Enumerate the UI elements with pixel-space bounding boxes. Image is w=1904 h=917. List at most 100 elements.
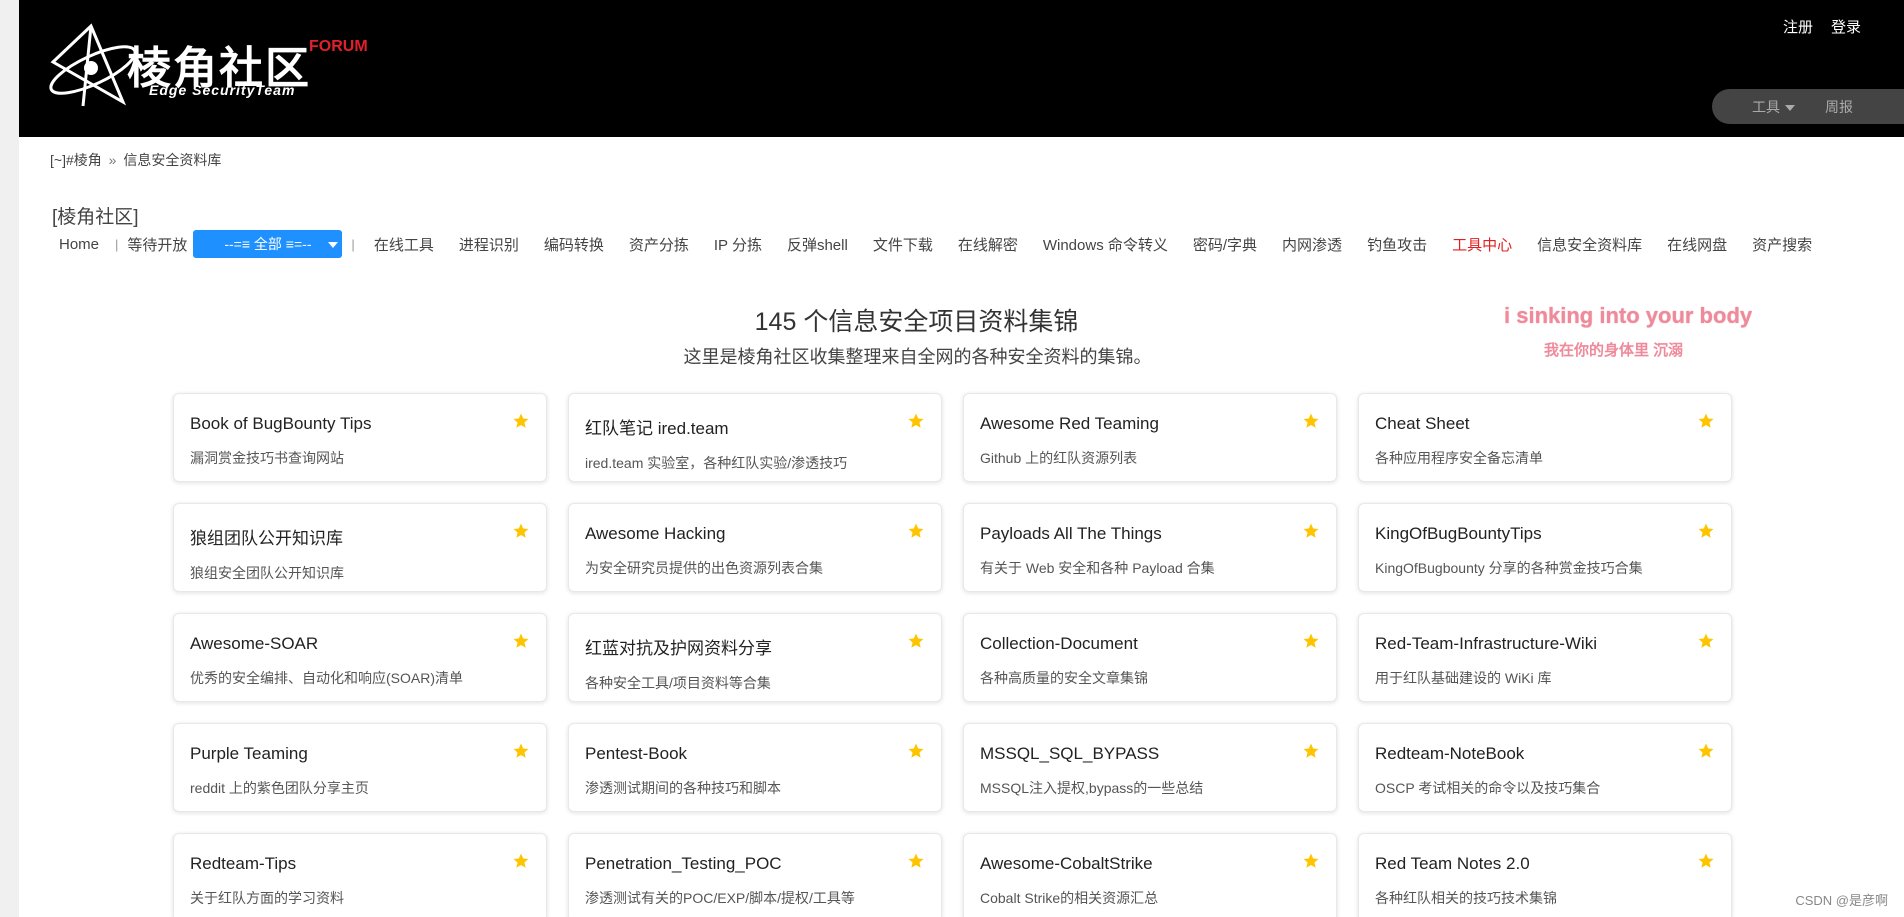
resource-card[interactable]: Redteam-NoteBook OSCP 考试相关的命令以及技巧集合 <box>1358 723 1732 812</box>
star-icon[interactable] <box>512 412 530 430</box>
resource-card-title[interactable]: Penetration_Testing_POC <box>585 854 925 874</box>
nav-item-intranet[interactable]: 内网渗透 <box>1282 234 1342 255</box>
nav-waiting[interactable]: 等待开放 <box>127 234 187 255</box>
breadcrumb-current: 信息安全资料库 <box>123 152 222 168</box>
header-menu: 工具 周报 <box>1712 89 1904 124</box>
tools-menu[interactable]: 工具 <box>1752 97 1795 117</box>
star-icon[interactable] <box>1302 852 1320 870</box>
resource-card[interactable]: Penetration_Testing_POC 渗透测试有关的POC/EXP/脚本… <box>568 833 942 917</box>
nav-home[interactable]: Home <box>59 236 99 253</box>
star-icon[interactable] <box>512 522 530 540</box>
resource-card-title[interactable]: Cheat Sheet <box>1375 414 1715 434</box>
resource-card[interactable]: 狼组团队公开知识库 狼组安全团队公开知识库 <box>173 503 547 592</box>
resource-card-title[interactable]: Pentest-Book <box>585 744 925 764</box>
register-link[interactable]: 注册 <box>1783 16 1813 37</box>
resource-card-title[interactable]: Awesome Red Teaming <box>980 414 1320 434</box>
resource-card-title[interactable]: Payloads All The Things <box>980 524 1320 544</box>
resource-card-title[interactable]: Awesome Hacking <box>585 524 925 544</box>
resource-card-title[interactable]: Purple Teaming <box>190 744 530 764</box>
resource-card-title[interactable]: MSSQL_SQL_BYPASS <box>980 744 1320 764</box>
star-icon[interactable] <box>907 522 925 540</box>
resource-card[interactable]: Cheat Sheet 各种应用程序安全备忘清单 <box>1358 393 1732 482</box>
nav-item-encoding[interactable]: 编码转换 <box>544 234 604 255</box>
nav-item-tool-center[interactable]: 工具中心 <box>1452 234 1512 255</box>
star-icon[interactable] <box>1302 522 1320 540</box>
nav-item-windows-escape[interactable]: Windows 命令转义 <box>1043 234 1168 255</box>
resource-card[interactable]: Awesome-SOAR 优秀的安全编排、自动化和响应(SOAR)清单 <box>173 613 547 702</box>
star-icon[interactable] <box>907 412 925 430</box>
login-link[interactable]: 登录 <box>1831 16 1861 37</box>
decorative-quote-en: i sinking into your body <box>1504 303 1753 328</box>
resource-card-title[interactable]: 狼组团队公开知识库 <box>190 524 530 549</box>
nav-item-file-download[interactable]: 文件下载 <box>873 234 933 255</box>
star-icon[interactable] <box>1302 632 1320 650</box>
resource-card[interactable]: Pentest-Book 渗透测试期间的各种技巧和脚本 <box>568 723 942 812</box>
resource-card-title[interactable]: Book of BugBounty Tips <box>190 414 530 434</box>
resource-card-title[interactable]: KingOfBugBountyTips <box>1375 524 1715 544</box>
nav-item-ip-sort[interactable]: IP 分拣 <box>714 234 762 255</box>
nav-item-asset-sort[interactable]: 资产分拣 <box>629 234 689 255</box>
star-icon[interactable] <box>907 742 925 760</box>
star-icon[interactable] <box>1697 852 1715 870</box>
nav-item-process-id[interactable]: 进程识别 <box>459 234 519 255</box>
resource-card[interactable]: KingOfBugBountyTips KingOfBugbounty 分享的各种… <box>1358 503 1732 592</box>
resource-card-title[interactable]: 红队笔记 ired.team <box>585 414 925 439</box>
star-icon[interactable] <box>1302 742 1320 760</box>
star-icon[interactable] <box>512 852 530 870</box>
breadcrumb: [~]#棱角 » 信息安全资料库 <box>50 150 221 170</box>
nav-item-online-tools[interactable]: 在线工具 <box>374 234 434 255</box>
nav-item-security-library[interactable]: 信息安全资料库 <box>1537 234 1642 255</box>
resource-card-title[interactable]: Red Team Notes 2.0 <box>1375 854 1715 874</box>
resource-card-description: 优秀的安全编排、自动化和响应(SOAR)清单 <box>190 670 463 686</box>
resource-card-description: 渗透测试有关的POC/EXP/脚本/提权/工具等 <box>585 890 855 906</box>
resource-card[interactable]: 红队笔记 ired.team ired.team 实验室，各种红队实验/渗透技巧 <box>568 393 942 482</box>
resource-card-description: 各种应用程序安全备忘清单 <box>1375 450 1543 466</box>
resource-card-title[interactable]: Redteam-Tips <box>190 854 530 874</box>
star-icon[interactable] <box>512 742 530 760</box>
resource-card-title[interactable]: 红蓝对抗及护网资料分享 <box>585 634 925 659</box>
chevron-down-icon <box>1785 104 1795 111</box>
resource-card-title[interactable]: Redteam-NoteBook <box>1375 744 1715 764</box>
star-icon[interactable] <box>907 632 925 650</box>
nav-item-password-dict[interactable]: 密码/字典 <box>1193 234 1257 255</box>
resource-card[interactable]: Payloads All The Things 有关于 Web 安全和各种 Pay… <box>963 503 1337 592</box>
star-icon[interactable] <box>1302 412 1320 430</box>
breadcrumb-root[interactable]: [~]#棱角 <box>50 152 102 168</box>
resource-card-description: 为安全研究员提供的出色资源列表合集 <box>585 560 823 576</box>
category-nav: Home | 等待开放 --=≡ 全部 ≡=-- | 在线工具 进程识别 编码转… <box>59 230 1837 258</box>
star-icon[interactable] <box>512 632 530 650</box>
resource-card-description: MSSQL注入提权,bypass的一些总结 <box>980 780 1204 796</box>
resource-card-title[interactable]: Awesome-SOAR <box>190 634 530 654</box>
nav-item-decrypt[interactable]: 在线解密 <box>958 234 1018 255</box>
nav-item-asset-search[interactable]: 资产搜索 <box>1752 234 1812 255</box>
category-select[interactable]: --=≡ 全部 ≡=-- <box>193 230 343 258</box>
resource-card[interactable]: Collection-Document 各种高质量的安全文章集锦 <box>963 613 1337 702</box>
nav-item-cloud-disk[interactable]: 在线网盘 <box>1667 234 1727 255</box>
resource-card[interactable]: Book of BugBounty Tips 漏洞赏金技巧书查询网站 <box>173 393 547 482</box>
resource-card[interactable]: Awesome Hacking 为安全研究员提供的出色资源列表合集 <box>568 503 942 592</box>
star-icon[interactable] <box>1697 412 1715 430</box>
nav-divider: | <box>115 236 119 252</box>
resource-card-title[interactable]: Red-Team-Infrastructure-Wiki <box>1375 634 1715 654</box>
resource-card[interactable]: Awesome Red Teaming Github 上的红队资源列表 <box>963 393 1337 482</box>
resource-card[interactable]: Red Team Notes 2.0 各种红队相关的技巧技术集锦 <box>1358 833 1732 917</box>
star-icon[interactable] <box>1697 522 1715 540</box>
resource-card-title[interactable]: Awesome-CobaltStrike <box>980 854 1320 874</box>
resource-card[interactable]: Red-Team-Infrastructure-Wiki 用于红队基础建设的 Wi… <box>1358 613 1732 702</box>
resource-card[interactable]: Redteam-Tips 关于红队方面的学习资料 <box>173 833 547 917</box>
star-icon[interactable] <box>1697 742 1715 760</box>
star-icon[interactable] <box>907 852 925 870</box>
resource-card[interactable]: 红蓝对抗及护网资料分享 各种安全工具/项目资料等合集 <box>568 613 942 702</box>
nav-item-reverse-shell[interactable]: 反弹shell <box>787 234 848 255</box>
resource-card[interactable]: Purple Teaming reddit 上的紫色团队分享主页 <box>173 723 547 812</box>
logo-mark-icon <box>49 23 137 107</box>
weekly-menu[interactable]: 周报 <box>1825 97 1853 117</box>
resource-card-description: 渗透测试期间的各种技巧和脚本 <box>585 780 781 796</box>
star-icon[interactable] <box>1697 632 1715 650</box>
resource-card[interactable]: MSSQL_SQL_BYPASS MSSQL注入提权,bypass的一些总结 <box>963 723 1337 812</box>
site-logo[interactable]: 棱角社区 FORUM Edge SecurityTeam <box>43 22 373 112</box>
resource-card[interactable]: Awesome-CobaltStrike Cobalt Strike的相关资源汇总 <box>963 833 1337 917</box>
page: 棱角社区 FORUM Edge SecurityTeam 注册 登录 工具 周报… <box>19 0 1904 917</box>
resource-card-title[interactable]: Collection-Document <box>980 634 1320 654</box>
nav-item-phishing[interactable]: 钓鱼攻击 <box>1367 234 1427 255</box>
